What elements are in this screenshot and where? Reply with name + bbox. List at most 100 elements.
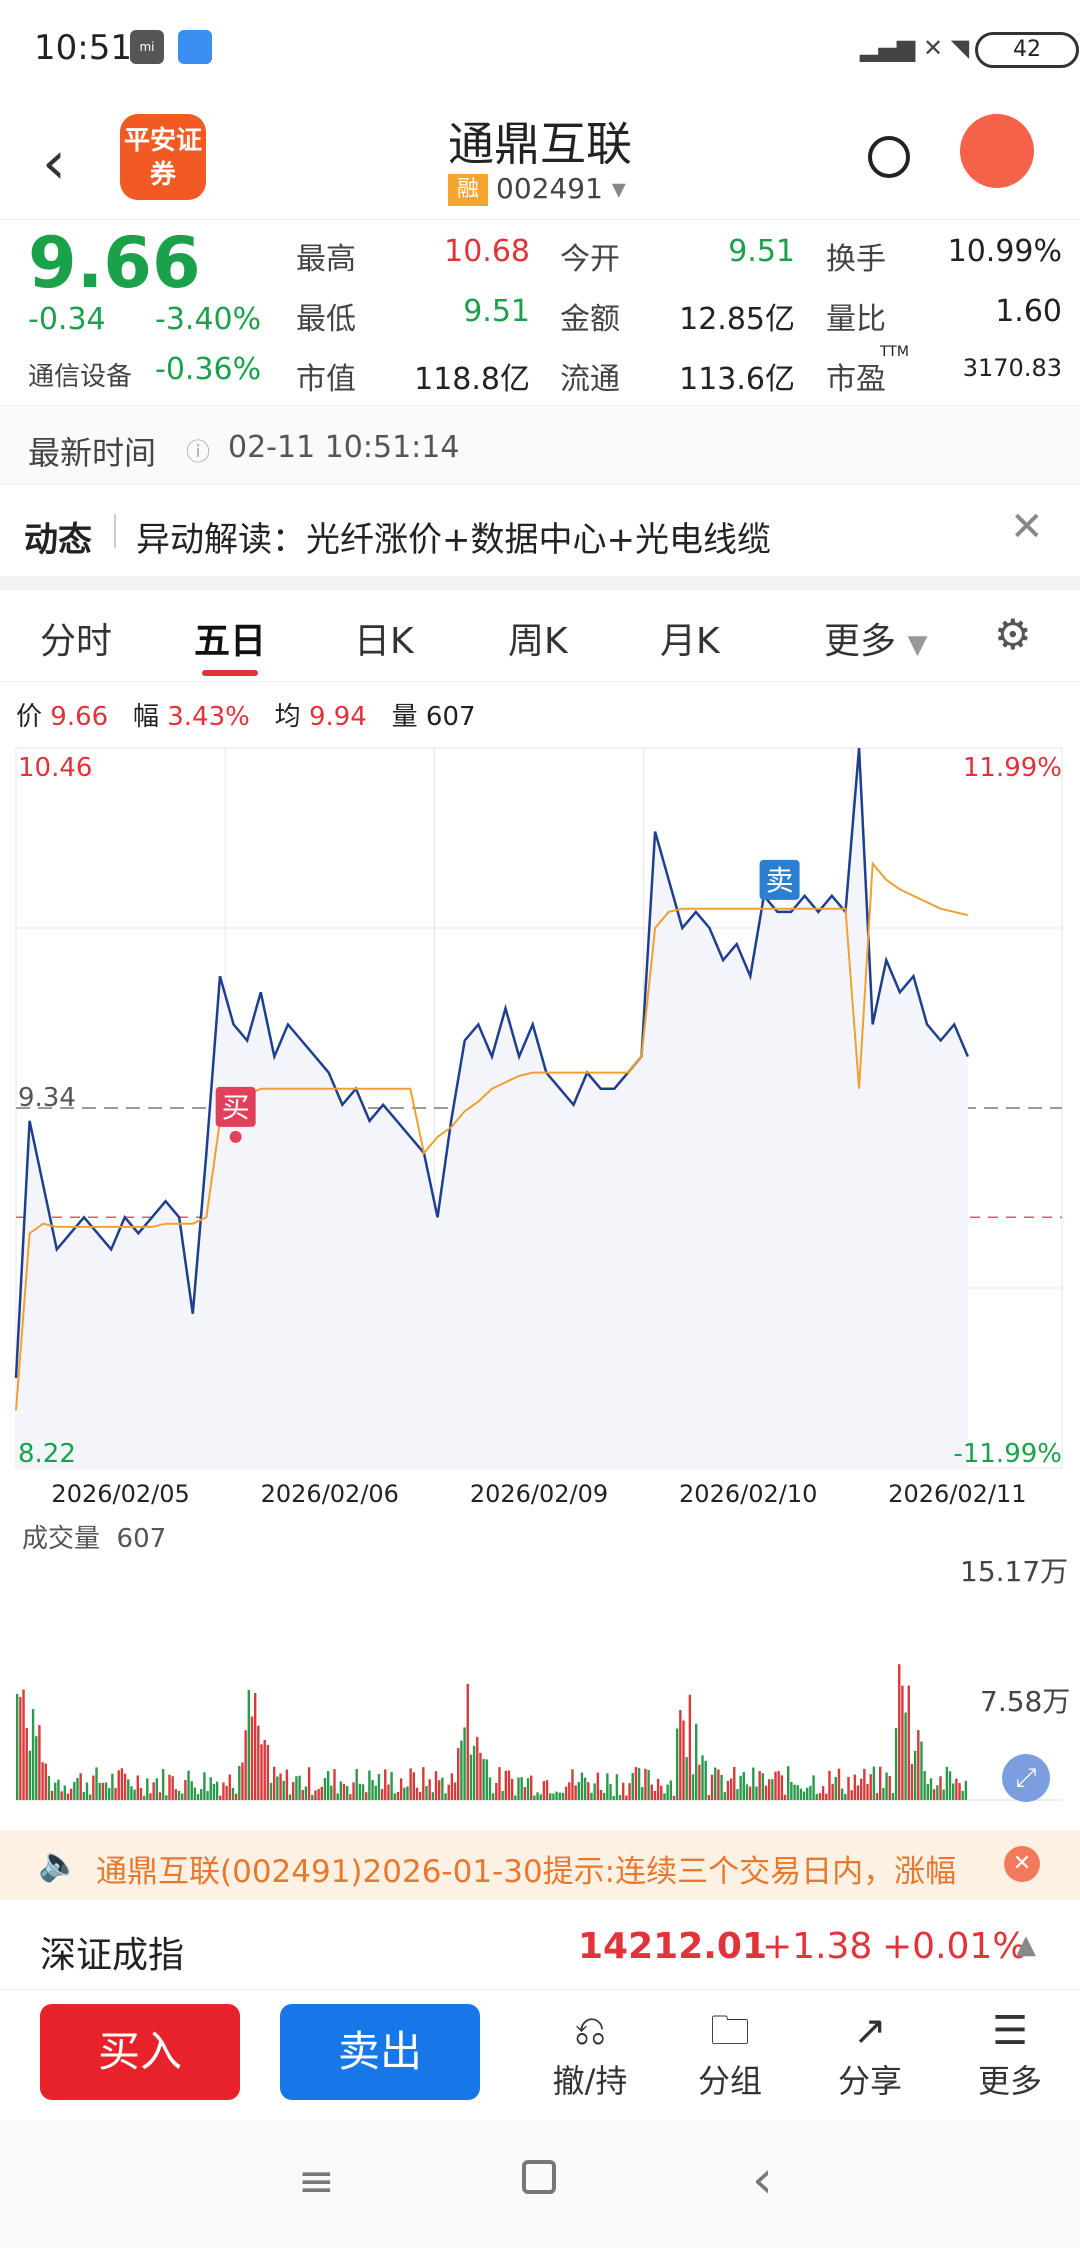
volume-bar [837, 1768, 841, 1800]
sector-change: -0.36% [155, 352, 262, 387]
volume-bar [260, 1744, 263, 1800]
volume-bar [418, 1792, 422, 1800]
tab-monthly-k[interactable]: 月K [660, 612, 720, 664]
latest-time-bar: 最新时间 ⓘ 02-11 10:51:14 [0, 405, 1080, 485]
search-icon[interactable] [868, 136, 910, 178]
fullscreen-icon[interactable]: ⤢ [1002, 1754, 1050, 1802]
volume-bar [647, 1769, 650, 1800]
volume-bar [292, 1781, 295, 1800]
volume-bar [263, 1739, 266, 1800]
y-min-label: 8.22 [18, 1439, 76, 1469]
dynamic-label: 动态 [24, 520, 92, 560]
volume-bar [365, 1792, 368, 1800]
stock-code[interactable]: 002491 ▾ [496, 172, 626, 205]
back-nav-icon[interactable]: ‹ [752, 2150, 773, 2210]
volume-bar [155, 1778, 159, 1800]
notice-banner[interactable]: 🔈 通鼎互联(002491)2026-01-30提示:连续三个交易日内，涨幅 ✕ [0, 1830, 1080, 1900]
volume-bar [650, 1784, 653, 1800]
volume-bar [913, 1750, 917, 1800]
volume-bar [859, 1778, 863, 1800]
volume-bar [231, 1787, 235, 1800]
volume-bar [606, 1773, 609, 1800]
tab-more[interactable]: 更多 ▼ [824, 612, 927, 664]
volume-bar [47, 1775, 51, 1800]
volume-bar [514, 1795, 517, 1800]
volume-bar [92, 1775, 95, 1800]
volume-bar [31, 1709, 35, 1800]
tab-intraday[interactable]: 分时 [40, 612, 112, 664]
volume-bar [926, 1784, 930, 1800]
volume-bar [828, 1770, 831, 1800]
x-tick-label: 2026/02/05 [51, 1480, 189, 1508]
volume-bar [533, 1795, 536, 1800]
volume-bar [149, 1793, 152, 1800]
price-chart-svg[interactable]: 10.46 8.22 9.34 11.99% -11.99% 2026/02/05 2026… [0, 740, 1080, 1510]
info-icon[interactable]: ⓘ [186, 432, 210, 467]
volume-bar [396, 1791, 400, 1800]
volume-bar [856, 1785, 860, 1800]
volume-bar [390, 1771, 393, 1800]
volume-bar [339, 1781, 343, 1800]
quote-field-value: 1.60 [995, 294, 1062, 329]
tab-weekly-k[interactable]: 周K [508, 612, 568, 664]
volume-bar [215, 1781, 219, 1800]
volume-bar [136, 1775, 139, 1800]
volume-bar [161, 1769, 165, 1800]
more-button[interactable]: ☰ 更多 [960, 2006, 1060, 2102]
volume-bar [282, 1780, 285, 1800]
volume-bar [710, 1774, 714, 1800]
volume-bar [904, 1712, 907, 1800]
volume-bar [457, 1748, 460, 1800]
volume-bar [714, 1767, 717, 1800]
volume-bar [437, 1780, 441, 1800]
volume-bar [345, 1786, 349, 1800]
dynamic-text[interactable]: 异动解读：光纤涨价+数据中心+光电线缆 [136, 512, 771, 561]
volume-bar [736, 1789, 739, 1800]
dynamic-news[interactable]: 动态 异动解读：光纤涨价+数据中心+光电线缆 ✕ [0, 488, 1080, 576]
sell-button[interactable]: 卖出 [280, 2004, 480, 2100]
share-button[interactable]: ↗ 分享 [820, 2006, 920, 2102]
volume-bar [66, 1793, 70, 1800]
close-icon[interactable]: ✕ [1004, 1846, 1040, 1882]
assistant-avatar[interactable] [960, 114, 1034, 188]
cancel-hold-button[interactable]: ⎌ 撤/持 [540, 2006, 640, 2102]
menu-nav-icon[interactable]: ≡ [298, 2156, 335, 2207]
group-button[interactable]: 🗀 分组 [680, 2006, 780, 2102]
volume-bar [174, 1789, 178, 1800]
volume-bar [526, 1778, 530, 1800]
gear-icon[interactable]: ⚙ [994, 610, 1032, 659]
volume-bar [745, 1784, 749, 1800]
tab-daily-k[interactable]: 日K [354, 612, 414, 664]
volume-bar [504, 1770, 508, 1800]
volume-bar [298, 1775, 301, 1800]
volume-bar [634, 1767, 638, 1800]
index-ticker[interactable]: 深证成指 14212.01 +1.38 +0.01% ▲ [0, 1900, 1080, 1990]
tab-five-day[interactable]: 五日 [194, 612, 266, 664]
five-day-chart[interactable]: 10.46 8.22 9.34 11.99% -11.99% 2026/02/05 2026… [0, 740, 1080, 1510]
volume-bar [707, 1795, 711, 1800]
close-icon[interactable]: ✕ [1010, 504, 1044, 550]
volume-bar [767, 1779, 771, 1800]
volume-bar [549, 1793, 552, 1800]
volume-bar [939, 1776, 942, 1800]
volume-bar [44, 1763, 47, 1800]
volume-bar [101, 1782, 105, 1800]
sector-name[interactable]: 通信设备 [28, 356, 132, 393]
volume-bar [50, 1790, 54, 1800]
volume-bar [799, 1788, 803, 1800]
home-nav-icon[interactable] [522, 2160, 556, 2194]
volume-chart[interactable]: 成交量 607 15.17万 7.58万 ⤢ [0, 1510, 1080, 1820]
chevron-up-icon[interactable]: ▲ [1016, 1930, 1036, 1960]
volume-bar [672, 1795, 676, 1800]
volume-bar [951, 1783, 955, 1800]
buy-button[interactable]: 买入 [40, 2004, 240, 2100]
volume-bar [35, 1736, 38, 1800]
volume-bar [234, 1793, 238, 1800]
volume-bar [704, 1760, 707, 1800]
volume-bar [111, 1773, 114, 1800]
volume-bar [491, 1793, 495, 1800]
notice-text[interactable]: 通鼎互联(002491)2026-01-30提示:连续三个交易日内，涨幅 [96, 1846, 956, 1891]
current-price: 9.66 [28, 222, 201, 304]
volume-bar [685, 1757, 688, 1800]
volume-bar [580, 1772, 584, 1800]
